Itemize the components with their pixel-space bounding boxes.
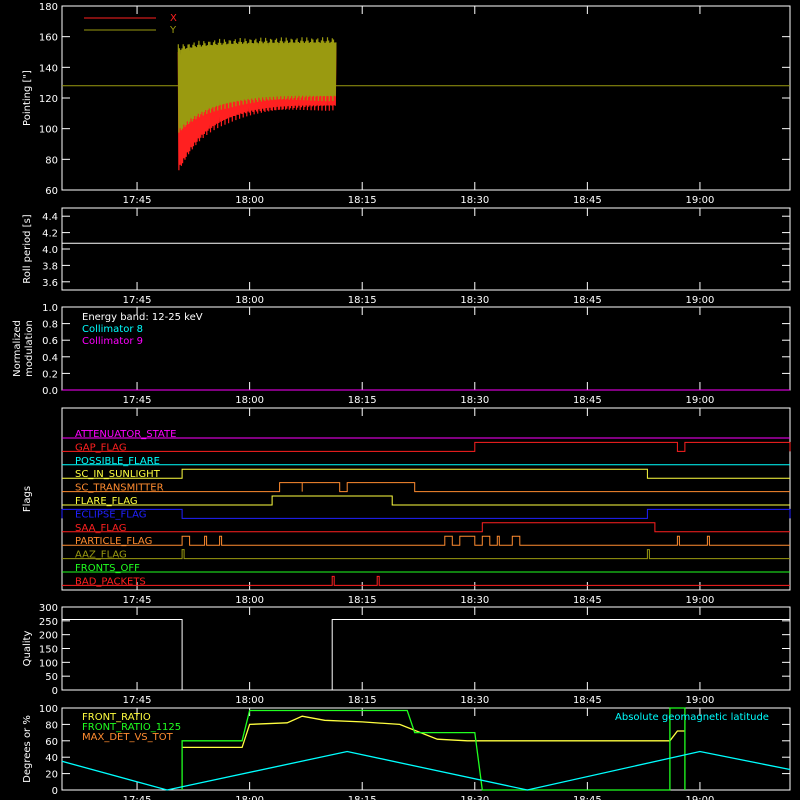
panel-4-xtick-label: 19:00 — [686, 695, 715, 706]
flag-trace-aaz_flag — [62, 549, 790, 560]
chart-stage: 60 80 100 120 140 160 180 17:45 18:00 18:15 18:30 1… — [0, 0, 800, 800]
quality-trace — [62, 619, 790, 691]
panel-0-xtick-label: 18:00 — [235, 195, 264, 206]
panel-1-xtick-label: 18:45 — [573, 295, 602, 306]
panel-2-ytick-label: 0.2 — [42, 369, 58, 380]
panel-1-ylabel: Roll period [s] — [22, 214, 33, 283]
annotation-1: Collimator 8 — [82, 324, 143, 335]
panel-4-ytick-label: 200 — [39, 631, 58, 642]
panel-5-ytick-label: 20 — [45, 770, 58, 781]
panel-1-xtick-label: 17:45 — [123, 295, 152, 306]
annotation-2: Collimator 9 — [82, 336, 143, 347]
panel-5-xtick-label: 17:45 — [123, 795, 152, 800]
panel-0-ytick-label: 180 — [39, 2, 58, 13]
panel-5-xtick-label: 18:00 — [235, 795, 264, 800]
panel-0-xtick-label: 18:30 — [460, 195, 489, 206]
panel-1-xtick-label: 18:30 — [460, 295, 489, 306]
panel-2-xtick-label: 18:15 — [348, 395, 377, 406]
panel-3-xtick-label: 18:15 — [348, 595, 377, 606]
panel-1-ytick-label: 3.8 — [42, 261, 58, 272]
panel-5-ytick-label: 60 — [45, 737, 58, 748]
annotation-0: Energy band: 12-25 keV — [82, 312, 203, 323]
panel-3-xtick-label: 18:30 — [460, 595, 489, 606]
panel-0-xtick-label: 17:45 — [123, 195, 152, 206]
geomagnetic-latitude-label: Absolute geomagnetic latitude — [615, 712, 769, 723]
panel-5-xtick-label: 19:00 — [686, 795, 715, 800]
panel-0-ytick-label: 120 — [39, 94, 58, 105]
series-absolute-geomagnetic-latitude — [61, 750, 791, 791]
panel-5-ytick-label: 80 — [45, 720, 58, 731]
panel-0-ytick-label: 160 — [39, 33, 58, 44]
flag-trace-saa_flag — [62, 522, 790, 533]
panel-2-ytick-label: 0.6 — [42, 336, 58, 347]
legend-label-max_det_vs_tot: MAX_DET_VS_TOT — [82, 732, 174, 743]
panel-3-ylabel: Flags — [22, 486, 33, 512]
panel-2-xtick-label: 17:45 — [123, 395, 152, 406]
flag-trace-sc_in_sunlight — [62, 468, 790, 479]
panel-0-ytick-label: 80 — [45, 155, 58, 166]
panel-2-ytick-label: 0.0 — [42, 386, 58, 397]
panel-2-xtick-label: 18:00 — [235, 395, 264, 406]
panel-5-xtick-label: 18:45 — [573, 795, 602, 800]
panel-1-ytick-label: 4.2 — [42, 229, 58, 240]
panel-5-xtick-label: 18:15 — [348, 795, 377, 800]
panel-4-xtick-label: 18:30 — [460, 695, 489, 706]
panel-2-ylabel: Normalized — [12, 320, 23, 377]
panel-3-xtick-label: 18:00 — [235, 595, 264, 606]
panel-1-xtick-label: 18:15 — [348, 295, 377, 306]
legend-label-X: X — [170, 13, 177, 24]
panel-4-ytick-label: 300 — [39, 603, 58, 614]
panel-4-xtick-label: 18:00 — [235, 695, 264, 706]
panel-2-ytick-label: 0.8 — [42, 320, 58, 331]
panel-2-ytick-label: 0.4 — [42, 353, 58, 364]
flag-trace-bad_packets — [62, 575, 790, 586]
panel-4-ylabel: Quality — [22, 631, 33, 667]
panel-4-xtick-label: 17:45 — [123, 695, 152, 706]
panel-5-ytick-label: 0 — [52, 786, 58, 797]
panel-1-xtick-label: 18:00 — [235, 295, 264, 306]
panel-4-ytick-label: 150 — [39, 645, 58, 656]
flag-trace-sc_transmitter — [62, 482, 790, 493]
panel-0-xtick-label: 18:15 — [348, 195, 377, 206]
panel-0-ytick-label: 140 — [39, 63, 58, 74]
panel-0-ytick-label: 60 — [45, 186, 58, 197]
series-front-ratio-1125 — [181, 707, 686, 791]
panel-0-xtick-label: 18:45 — [573, 195, 602, 206]
panel-2-xtick-label: 19:00 — [686, 395, 715, 406]
flag-label-eclipse_flag: ECLIPSE_FLAG — [75, 509, 146, 520]
flag-trace-gap_flag — [62, 441, 791, 452]
panel-4-xtick-label: 18:45 — [573, 695, 602, 706]
panel-5-ytick-label: 40 — [45, 753, 58, 764]
panel-2-xtick-label: 18:45 — [573, 395, 602, 406]
panel-1-ytick-label: 4.0 — [42, 245, 58, 256]
panel-1-ytick-label: 4.4 — [42, 212, 58, 223]
panel-0-ylabel: Pointing ["] — [22, 70, 33, 126]
panel-3-xtick-label: 18:45 — [573, 595, 602, 606]
panel-5-xtick-label: 18:30 — [460, 795, 489, 800]
panel-2-ytick-label: 1.0 — [42, 303, 58, 314]
panel-2-ylabel-2: modulation — [24, 320, 35, 377]
panel-4-ytick-label: 250 — [39, 617, 58, 628]
panel-5-ylabel: Degrees or % — [22, 715, 33, 783]
legend-label-Y: Y — [169, 25, 177, 36]
panel-1-xtick-label: 19:00 — [686, 295, 715, 306]
panel-4-ytick-label: 0 — [52, 686, 58, 697]
flag-trace-particle_flag — [62, 535, 790, 546]
series-front-ratio — [182, 715, 685, 749]
chart-svg: 60 80 100 120 140 160 180 17:45 18:00 18:15 18:30 1… — [12, 2, 791, 800]
panel-5-ytick-label: 100 — [39, 704, 58, 715]
panel-3-xtick-label: 19:00 — [686, 595, 715, 606]
panel-1-frame — [61, 207, 791, 291]
panel-4-ytick-label: 100 — [39, 658, 58, 669]
flag-trace-flare_flag — [62, 495, 790, 506]
panel-3-xtick-label: 17:45 — [123, 595, 152, 606]
panel-0-ytick-label: 100 — [39, 125, 58, 136]
panel-0-xtick-label: 19:00 — [686, 195, 715, 206]
panel-2-xtick-label: 18:30 — [460, 395, 489, 406]
panel-1-ytick-label: 3.6 — [42, 278, 58, 289]
panel-4-xtick-label: 18:15 — [348, 695, 377, 706]
flag-trace-eclipse_flag — [61, 508, 791, 519]
panel-4-ytick-label: 50 — [45, 672, 58, 683]
